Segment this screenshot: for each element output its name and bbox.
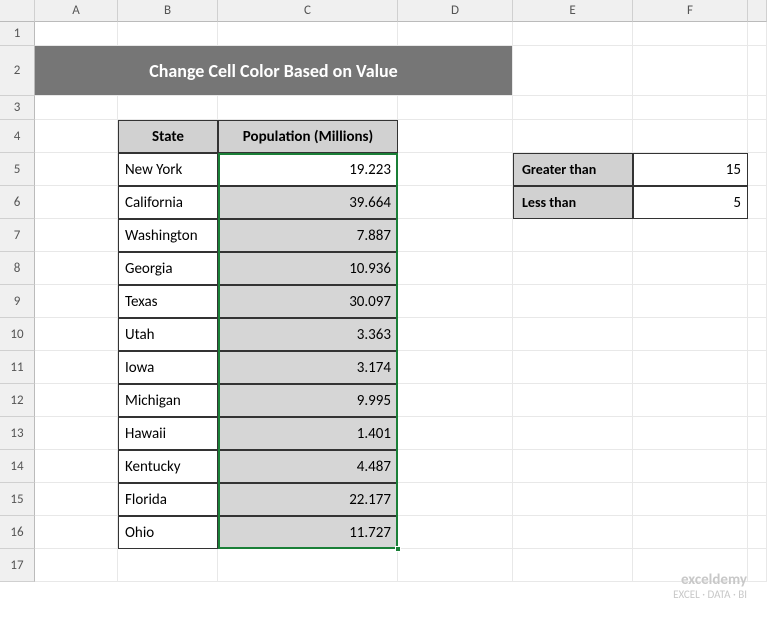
grid: A B C D E F 1 2 3 4 5 6 7 8 9 10 11 12 1… xyxy=(0,0,767,582)
cell-population[interactable]: 39.664 xyxy=(218,186,398,219)
fill-handle[interactable] xyxy=(395,546,401,552)
cell-population[interactable]: 22.177 xyxy=(218,483,398,516)
col-header-b[interactable]: B xyxy=(118,0,218,22)
cell-state[interactable]: Ohio xyxy=(118,516,218,549)
row-header-9[interactable]: 9 xyxy=(0,285,35,318)
cell-population[interactable]: 7.887 xyxy=(218,219,398,252)
row-header-6[interactable]: 6 xyxy=(0,186,35,219)
label-less-than[interactable]: Less than xyxy=(513,186,633,219)
row-header-1[interactable]: 1 xyxy=(0,22,35,46)
col-header-f[interactable]: F xyxy=(633,0,748,22)
cell-state[interactable]: Florida xyxy=(118,483,218,516)
row-header-11[interactable]: 11 xyxy=(0,351,35,384)
col-header-a[interactable]: A xyxy=(35,0,118,22)
row-header-17[interactable]: 17 xyxy=(0,549,35,582)
row-header-2[interactable]: 2 xyxy=(0,46,35,96)
cell-state[interactable]: California xyxy=(118,186,218,219)
col-header-e[interactable]: E xyxy=(513,0,633,22)
watermark: exceldemy EXCEL · DATA · BI xyxy=(673,572,747,601)
cell-state[interactable]: Iowa xyxy=(118,351,218,384)
cell-state[interactable]: Michigan xyxy=(118,384,218,417)
cell-state[interactable]: Kentucky xyxy=(118,450,218,483)
col-header-d[interactable]: D xyxy=(398,0,513,22)
cell-population[interactable]: 19.223 xyxy=(218,153,398,186)
cell-state[interactable]: Washington xyxy=(118,219,218,252)
value-greater-than[interactable]: 15 xyxy=(633,153,748,186)
cell-state[interactable]: Georgia xyxy=(118,252,218,285)
cell-population[interactable]: 4.487 xyxy=(218,450,398,483)
row-header-8[interactable]: 8 xyxy=(0,252,35,285)
row-header-15[interactable]: 15 xyxy=(0,483,35,516)
cell-population[interactable]: 10.936 xyxy=(218,252,398,285)
cell-state[interactable]: Utah xyxy=(118,318,218,351)
watermark-tag: EXCEL · DATA · BI xyxy=(673,589,747,601)
spreadsheet-sheet: A B C D E F 1 2 3 4 5 6 7 8 9 10 11 12 1… xyxy=(0,0,767,629)
row-header-10[interactable]: 10 xyxy=(0,318,35,351)
col-header-c[interactable]: C xyxy=(218,0,398,22)
row-header-13[interactable]: 13 xyxy=(0,417,35,450)
row-header-14[interactable]: 14 xyxy=(0,450,35,483)
value-less-than[interactable]: 5 xyxy=(633,186,748,219)
row-header-7[interactable]: 7 xyxy=(0,219,35,252)
row-header-5[interactable]: 5 xyxy=(0,153,35,186)
cell-state[interactable]: Hawaii xyxy=(118,417,218,450)
row-header-16[interactable]: 16 xyxy=(0,516,35,549)
page-title: Change Cell Color Based on Value xyxy=(35,46,513,96)
table-header-state[interactable]: State xyxy=(118,120,218,153)
label-greater-than[interactable]: Greater than xyxy=(513,153,633,186)
row-header-4[interactable]: 4 xyxy=(0,120,35,153)
row-header-12[interactable]: 12 xyxy=(0,384,35,417)
cell-population[interactable]: 1.401 xyxy=(218,417,398,450)
select-all-corner[interactable] xyxy=(0,0,35,22)
cell-state[interactable]: Texas xyxy=(118,285,218,318)
cell-state[interactable]: New York xyxy=(118,153,218,186)
cell-population[interactable]: 3.363 xyxy=(218,318,398,351)
watermark-brand: exceldemy xyxy=(673,572,747,589)
cell-population[interactable]: 9.995 xyxy=(218,384,398,417)
cell-population[interactable]: 30.097 xyxy=(218,285,398,318)
col-header-blank[interactable] xyxy=(748,0,767,22)
cell-population[interactable]: 11.727 xyxy=(218,516,398,549)
cell-population[interactable]: 3.174 xyxy=(218,351,398,384)
table-header-population[interactable]: Population (Millions) xyxy=(218,120,398,153)
row-header-3[interactable]: 3 xyxy=(0,96,35,120)
